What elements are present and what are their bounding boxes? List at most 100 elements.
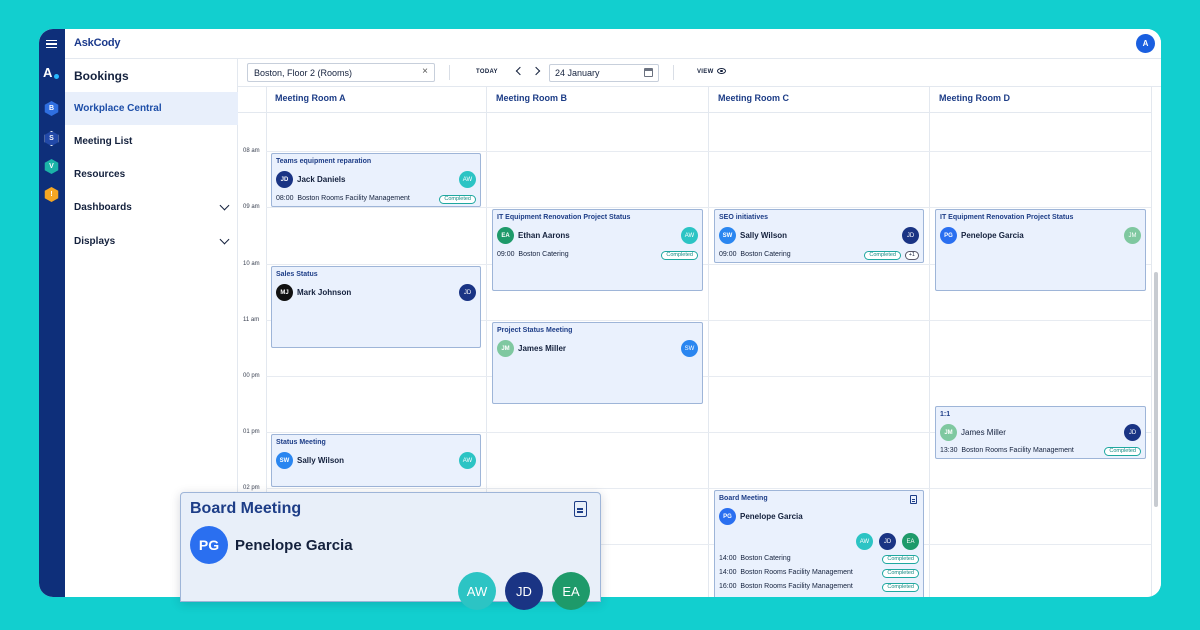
toolbar: Boston, Floor 2 (Rooms) × TODAY 24 Janua… — [238, 59, 1161, 87]
eye-icon[interactable] — [717, 68, 726, 74]
event-organizer: MJ Mark Johnson — [276, 284, 351, 301]
event-teams-equipment-reparation[interactable]: Teams equipment reparation JD Jack Danie… — [271, 153, 481, 207]
divider — [673, 65, 674, 80]
event-it-equipment-renovation-d[interactable]: IT Equipment Renovation Project Status P… — [935, 209, 1146, 291]
event-title: Teams equipment reparation — [276, 158, 372, 165]
document-icon[interactable] — [574, 501, 587, 517]
nav-label: Dashboards — [74, 202, 132, 213]
service-line: 14:00 Boston Rooms Facility Management — [719, 569, 853, 576]
time-label: 08 am — [243, 148, 260, 154]
date-picker[interactable]: 24 January — [549, 64, 659, 82]
date-value: 24 January — [555, 68, 600, 78]
document-icon[interactable] — [910, 495, 917, 504]
service-name: Boston Catering — [740, 251, 791, 258]
organizer-name: Sally Wilson — [297, 456, 345, 465]
service-line: 08:00 Boston Rooms Facility Management — [276, 195, 410, 202]
vertical-scrollbar[interactable] — [1154, 272, 1158, 507]
event-sales-status[interactable]: Sales Status MJ Mark Johnson JD — [271, 266, 481, 348]
service-name: Boston Rooms Facility Management — [740, 569, 853, 576]
nav-item-resources[interactable]: Resources — [65, 158, 238, 191]
avatar: EA — [902, 533, 919, 550]
today-button[interactable]: TODAY — [476, 69, 498, 75]
nav-label: Displays — [74, 236, 116, 247]
menu-toggle[interactable] — [39, 29, 65, 59]
alert-module-icon[interactable]: ! — [44, 187, 59, 202]
clear-icon[interactable]: × — [422, 66, 428, 77]
organizer-name: Sally Wilson — [740, 231, 788, 240]
event-title: IT Equipment Renovation Project Status — [497, 214, 631, 221]
chevron-left-icon[interactable] — [515, 66, 525, 76]
rail-icon-letter: ! — [50, 191, 53, 198]
service-name: Boston Rooms Facility Management — [740, 583, 853, 590]
service-name: Boston Catering — [518, 251, 569, 258]
user-avatar[interactable]: A — [1136, 34, 1155, 53]
nav-item-dashboards[interactable]: Dashboards — [65, 191, 238, 224]
column-divider — [708, 87, 709, 597]
event-it-equipment-renovation-b[interactable]: IT Equipment Renovation Project Status E… — [492, 209, 703, 291]
avatar: JD — [276, 171, 293, 188]
status-badge: Completed — [1104, 447, 1141, 456]
chevron-down-icon — [219, 234, 230, 245]
avatar: AW — [459, 452, 476, 469]
organizer-name: Ethan Aarons — [518, 231, 570, 240]
service-line: 09:00 Boston Catering — [497, 251, 569, 258]
time-label: 00 pm — [243, 373, 260, 379]
rail-icon-letter: V — [49, 163, 54, 170]
organizer-name: Mark Johnson — [297, 288, 352, 297]
event-organizer: JD Jack Daniels — [276, 171, 345, 188]
avatar: SW — [719, 227, 736, 244]
service-line: 16:00 Boston Rooms Facility Management — [719, 583, 853, 590]
avatar: AW — [681, 227, 698, 244]
organizer-name: James Miller — [961, 428, 1006, 437]
nav-label: Workplace Central — [74, 103, 162, 114]
view-button[interactable]: VIEW — [697, 69, 714, 75]
event-status-meeting[interactable]: Status Meeting SW Sally Wilson AW — [271, 434, 481, 487]
room-header-d: Meeting Room D — [939, 93, 1010, 103]
avatar: SW — [276, 452, 293, 469]
calendar-icon — [644, 68, 653, 77]
avatar: JD — [879, 533, 896, 550]
service-line: 14:00 Boston Catering — [719, 555, 791, 562]
popover-title: Board Meeting — [190, 500, 302, 517]
event-organizer: SW Sally Wilson — [276, 452, 344, 469]
avatar: JD — [902, 227, 919, 244]
service-name: Boston Catering — [740, 555, 791, 562]
app-rail: A B S V ! — [39, 59, 65, 597]
bookings-module-icon[interactable]: B — [44, 101, 59, 116]
organizer-name: Penelope Garcia — [740, 512, 803, 521]
nav-item-meeting-list[interactable]: Meeting List — [65, 125, 238, 158]
event-seo-initiatives[interactable]: SEO initiatives SW Sally Wilson JD 09:00… — [714, 209, 924, 263]
organizer-name: Penelope Garcia — [961, 231, 1024, 240]
avatar: EA — [497, 227, 514, 244]
service-time: 16:00 — [719, 583, 737, 590]
event-board-meeting[interactable]: Board Meeting PG Penelope Garcia AW JD E… — [714, 490, 924, 597]
event-title: 1:1 — [940, 411, 951, 418]
top-bar: AskCody A — [39, 29, 1161, 59]
service-time: 14:00 — [719, 569, 737, 576]
service-line: 09:00 Boston Catering — [719, 251, 791, 258]
column-divider — [1151, 87, 1152, 597]
status-badge: Completed — [864, 251, 901, 260]
event-title: Status Meeting — [276, 439, 326, 446]
event-project-status-meeting[interactable]: Project Status Meeting JM James Miller S… — [492, 322, 703, 404]
chevron-right-icon[interactable] — [531, 66, 541, 76]
status-badge: Completed — [439, 195, 476, 204]
event-organizer: EA Ethan Aarons — [497, 227, 570, 244]
nav-item-workplace-central[interactable]: Workplace Central — [65, 92, 238, 125]
event-organizer: PG Penelope Garcia — [719, 508, 803, 525]
nav-title: Bookings — [74, 69, 129, 83]
askcody-logo-icon: A — [43, 65, 60, 80]
services-module-icon[interactable]: S — [44, 131, 59, 146]
status-badge: Completed — [661, 251, 698, 260]
service-time: 08:00 — [276, 195, 294, 202]
event-one-on-one[interactable]: 1:1 JM James Miller JD 13:30 Boston Room… — [935, 406, 1146, 459]
avatar: PG — [719, 508, 736, 525]
event-detail-popover[interactable]: Board Meeting PG Penelope Garcia AW JD E… — [180, 492, 601, 610]
more-attendees-badge[interactable]: +1 — [904, 251, 919, 260]
room-header-a: Meeting Room A — [275, 93, 346, 103]
nav-item-displays[interactable]: Displays — [65, 225, 238, 258]
event-title: IT Equipment Renovation Project Status — [940, 214, 1074, 221]
visitor-module-icon[interactable]: V — [44, 159, 59, 174]
location-value: Boston, Floor 2 (Rooms) — [254, 68, 353, 78]
location-select[interactable]: Boston, Floor 2 (Rooms) × — [247, 63, 435, 82]
